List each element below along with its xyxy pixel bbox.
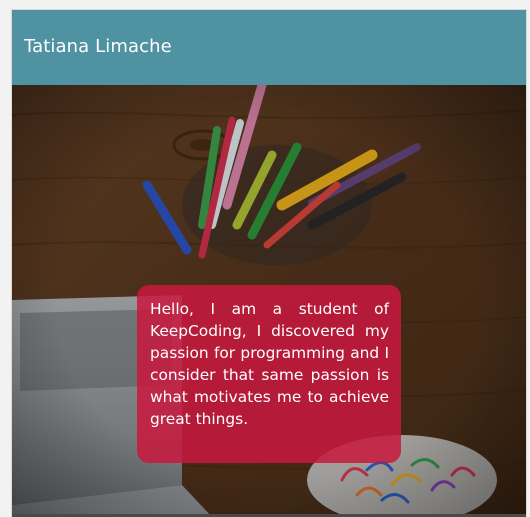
intro-text: Hello, I am a student of KeepCoding, I d… [150, 300, 389, 428]
page-frame: Tatiana Limache Hello, I am a student of… [12, 10, 526, 517]
hero-section: Hello, I am a student of KeepCoding, I d… [12, 85, 526, 517]
site-header: Tatiana Limache [12, 10, 526, 85]
intro-card: Hello, I am a student of KeepCoding, I d… [137, 285, 401, 463]
site-title[interactable]: Tatiana Limache [24, 36, 172, 57]
